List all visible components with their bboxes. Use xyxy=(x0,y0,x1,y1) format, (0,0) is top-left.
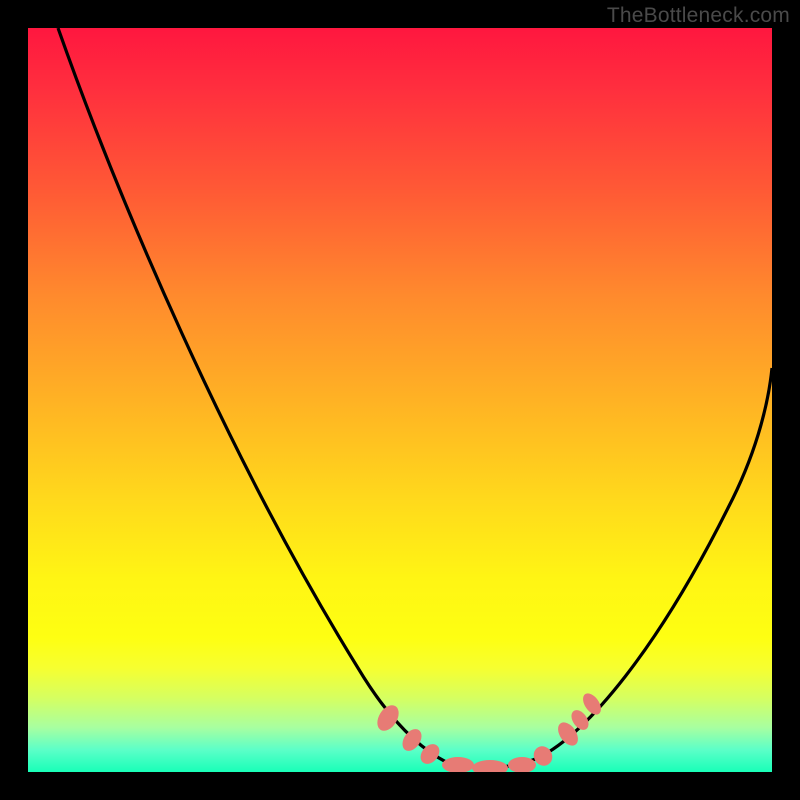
curve-left-branch xyxy=(58,28,448,763)
watermark-text: TheBottleneck.com xyxy=(607,4,790,28)
plot-area xyxy=(28,28,772,772)
valley-markers xyxy=(373,690,605,772)
bottleneck-curve xyxy=(28,28,772,772)
curve-right-branch xyxy=(448,368,772,768)
chart-frame: TheBottleneck.com xyxy=(0,0,800,800)
